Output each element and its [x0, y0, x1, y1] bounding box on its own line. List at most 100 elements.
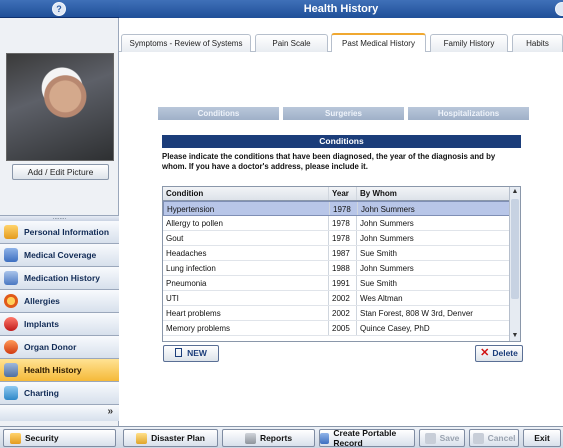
sidebar-item-medication-history[interactable]: Medication History	[0, 267, 119, 290]
column-header-condition[interactable]: Condition	[163, 187, 329, 200]
table-row[interactable]: Headaches 1987 Sue Smith	[163, 246, 520, 261]
cell-year: 1978	[329, 216, 357, 230]
table-row[interactable]: UTI 2002 Wes Altman	[163, 291, 520, 306]
folder-icon	[136, 432, 148, 444]
coverage-icon	[4, 248, 18, 262]
table-row[interactable]: Hypertension 1978 John Summers	[163, 201, 520, 216]
sidebar-item-implants[interactable]: Implants	[0, 313, 119, 336]
cell-year: 1978	[329, 231, 357, 245]
cell-condition: Hypertension	[164, 202, 330, 215]
table-row[interactable]: Allergy to pollen 1978 John Summers	[163, 216, 520, 231]
new-button-label: NEW	[187, 348, 207, 358]
sidebar-item-label: Health History	[24, 365, 82, 375]
security-icon	[10, 432, 21, 444]
tab-family-history[interactable]: Family History	[430, 34, 508, 52]
profile-photo	[6, 53, 114, 161]
scroll-thumb[interactable]	[511, 199, 519, 299]
security-button[interactable]: Security	[3, 429, 116, 447]
printer-icon	[244, 432, 256, 444]
cell-year: 2002	[329, 306, 357, 320]
column-header-by-whom[interactable]: By Whom	[357, 187, 520, 200]
scroll-down-icon[interactable]: ▼	[510, 331, 520, 341]
table-row[interactable]: Lung infection 1988 John Summers	[163, 261, 520, 276]
tab-symptoms[interactable]: Symptoms - Review of Systems	[121, 34, 251, 52]
left-panel: Add / Edit Picture ........ Personal Inf…	[0, 18, 119, 426]
table-row[interactable]: Memory problems 2005 Quince Casey, PhD	[163, 321, 520, 336]
sidebar-item-label: Medication History	[24, 273, 101, 283]
new-document-icon	[175, 348, 183, 357]
sidebar-item-label: Allergies	[24, 296, 60, 306]
tab-pain-scale[interactable]: Pain Scale	[255, 34, 328, 52]
cell-condition: Memory problems	[163, 321, 329, 335]
cell-condition: Heart problems	[163, 306, 329, 320]
portable-record-button-label: Create Portable Record	[333, 428, 397, 448]
table-scrollbar[interactable]: ▲ ▼	[509, 187, 520, 341]
organ-icon	[4, 340, 18, 354]
save-button-label: Save	[439, 433, 460, 443]
sidebar-item-medical-coverage[interactable]: Medical Coverage	[0, 244, 119, 267]
sidebar-item-charting[interactable]: Charting	[0, 382, 119, 405]
disaster-plan-button[interactable]: Disaster Plan	[123, 429, 218, 447]
sidebar-item-allergies[interactable]: Allergies	[0, 290, 119, 313]
disaster-plan-button-label: Disaster Plan	[151, 433, 205, 443]
cell-year: 2005	[329, 321, 357, 335]
subtab-surgeries[interactable]: Surgeries	[283, 107, 404, 120]
window-title-text: Health History	[303, 3, 379, 15]
sidebar-item-label: Personal Information	[24, 227, 110, 237]
cell-by-whom: John Summers	[360, 234, 414, 243]
reports-button-label: Reports	[259, 433, 293, 443]
create-portable-record-button[interactable]: Create Portable Record	[319, 428, 415, 448]
stethoscope-icon	[4, 363, 18, 377]
exit-button[interactable]: Exit	[523, 429, 561, 447]
sidebar-item-personal-information[interactable]: Personal Information	[0, 221, 119, 244]
sidebar-item-label: Charting	[24, 388, 59, 398]
scroll-up-icon[interactable]: ▲	[510, 187, 520, 197]
add-edit-picture-button[interactable]: Add / Edit Picture	[12, 164, 109, 180]
tab-bar: Symptoms - Review of Systems Pain Scale …	[119, 33, 563, 52]
cell-condition: Headaches	[163, 246, 329, 260]
table-row[interactable]: Heart problems 2002 Stan Forest, 808 W 3…	[163, 306, 520, 321]
sidebar-item-label: Implants	[24, 319, 59, 329]
subtab-hospitalizations[interactable]: Hospitalizations	[408, 107, 529, 120]
delete-x-icon: ✕	[480, 347, 490, 359]
cell-condition: UTI	[163, 291, 329, 305]
bottom-toolbar: Security Disaster Plan Reports Create Po…	[0, 426, 563, 448]
person-icon	[4, 225, 18, 239]
subtab-conditions[interactable]: Conditions	[158, 107, 279, 120]
cancel-button-label: Cancel	[487, 433, 516, 443]
cell-by-whom: Quince Casey, PhD	[360, 324, 430, 333]
sidebar-item-organ-donor[interactable]: Organ Donor	[0, 336, 119, 359]
table-row[interactable]: Gout 1978 John Summers	[163, 231, 520, 246]
cell-by-whom: Wes Altman	[360, 294, 403, 303]
tab-habits[interactable]: Habits	[512, 34, 563, 52]
window-title: Health History	[119, 0, 563, 18]
security-button-label: Security	[25, 433, 59, 443]
table-row[interactable]: Pneumonia 1991 Sue Smith	[163, 276, 520, 291]
nav-more-chevron-icon[interactable]: »	[0, 405, 119, 421]
cell-year: 1988	[329, 261, 357, 275]
sidebar-item-health-history[interactable]: Health History	[0, 359, 119, 382]
delete-button-label: Delete	[492, 348, 518, 358]
cell-condition: Gout	[163, 231, 329, 245]
cell-by-whom: Sue Smith	[360, 279, 397, 288]
reports-button[interactable]: Reports	[222, 429, 315, 447]
column-header-year[interactable]: Year	[329, 187, 357, 200]
cancel-button[interactable]: Cancel	[469, 429, 519, 447]
cell-by-whom: Sue Smith	[360, 249, 397, 258]
section-title: Conditions	[162, 135, 521, 148]
cancel-icon	[472, 432, 484, 444]
delete-button[interactable]: ✕ Delete	[475, 345, 523, 362]
implant-icon	[4, 317, 18, 331]
close-icon[interactable]	[555, 2, 563, 16]
help-icon[interactable]: ?	[52, 2, 66, 16]
new-button[interactable]: NEW	[163, 345, 219, 362]
cell-condition: Allergy to pollen	[163, 216, 329, 230]
cell-year: 1978	[330, 202, 358, 215]
chart-icon	[4, 386, 18, 400]
tab-past-medical-history[interactable]: Past Medical History	[331, 33, 426, 52]
allergy-icon	[4, 294, 18, 308]
save-button[interactable]: Save	[419, 429, 465, 447]
cell-condition: Lung infection	[163, 261, 329, 275]
sidebar-item-label: Organ Donor	[24, 342, 77, 352]
cell-by-whom: John Summers	[360, 219, 414, 228]
